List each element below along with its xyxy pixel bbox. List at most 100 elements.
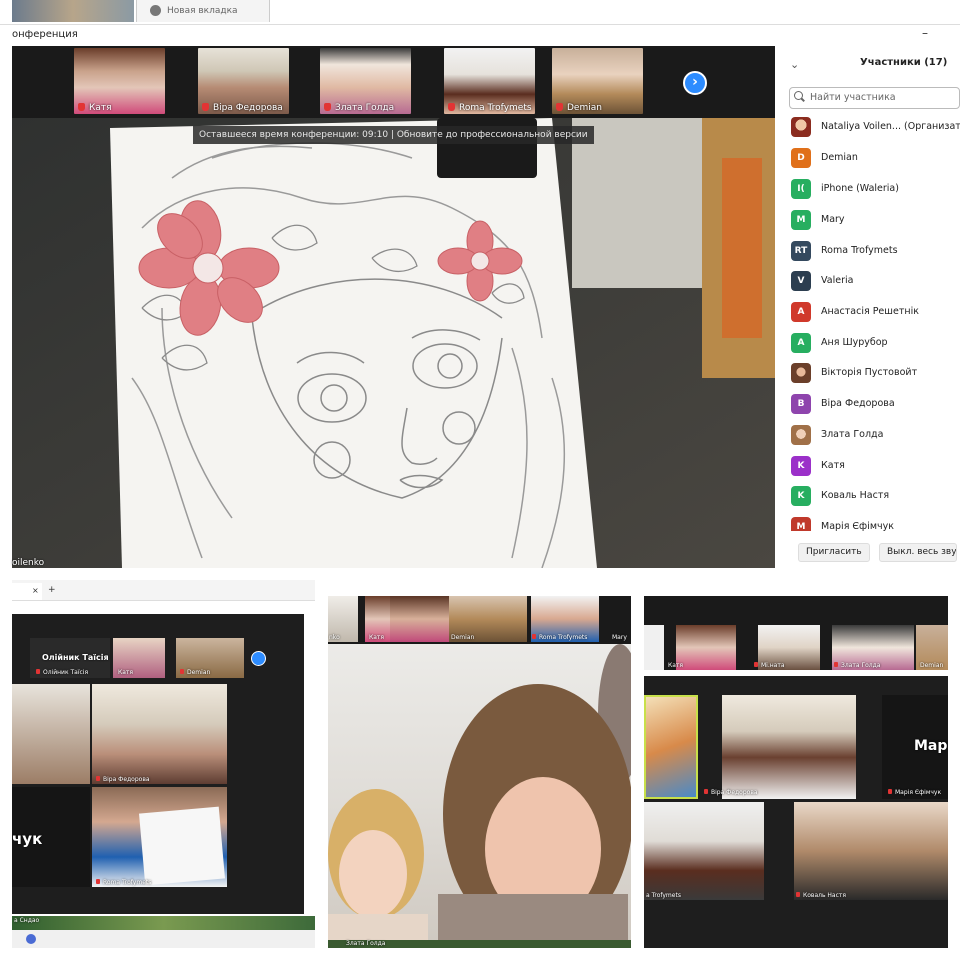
taskbar: [12, 930, 315, 948]
chevron-down-icon[interactable]: ⌄: [790, 58, 799, 71]
avatar: V: [791, 271, 811, 291]
video-thumbnail-vira[interactable]: Віра Федорова: [198, 48, 289, 114]
thumbnail-label: Катя: [369, 634, 385, 641]
participants-title: Участники (17): [860, 57, 948, 68]
participant-row[interactable]: Злата Голда: [791, 425, 960, 447]
mic-muted-icon: [36, 669, 40, 674]
video-tile-vira[interactable]: [722, 695, 856, 799]
window-title: онференция: [12, 29, 78, 40]
participant-row[interactable]: RT Roma Trofymets: [791, 241, 960, 263]
tile-label: Віра Федорова: [96, 776, 150, 783]
mic-muted-icon: [532, 634, 536, 639]
video-thumbnail-demian[interactable]: Demian: [552, 48, 643, 114]
tab-close-icon[interactable]: ×: [32, 586, 39, 595]
participant-row[interactable]: A Анастасія Решетнік: [791, 302, 960, 324]
participant-row[interactable]: V Valeria: [791, 271, 960, 293]
invite-button[interactable]: Пригласить: [798, 543, 870, 562]
speaker-name-label: oilenko: [12, 558, 45, 568]
mic-muted-icon: [78, 103, 85, 111]
mic-muted-icon: [834, 662, 838, 667]
name-tile-text: чук: [12, 830, 43, 848]
video-thumbnail[interactable]: [390, 596, 452, 642]
mic-muted-icon: [202, 103, 209, 111]
thumbnail-label: Demian: [451, 634, 475, 641]
speaker-name-label: а Сндао: [14, 917, 40, 924]
browser-tab-bar: [12, 580, 315, 601]
avatar: B: [791, 394, 811, 414]
participant-row[interactable]: Nataliya Voilen... (Организато: [791, 117, 960, 139]
screenshot-panel-right: Катя Mi.ната Злата Голда Demian Віра Фед…: [644, 580, 948, 948]
avatar: [791, 425, 811, 445]
avatar: A: [791, 333, 811, 353]
next-page-arrow-icon[interactable]: ›: [683, 71, 707, 95]
mic-muted-icon: [796, 892, 800, 897]
thumbnail-label: Demian: [556, 103, 602, 113]
thumbnail-label: nko: [329, 634, 340, 641]
screenshot-panel-left: × + Олійник Таїсія Олійник Таїсія Катя D…: [12, 580, 315, 948]
thumbnail-label: Roma Trofymets: [448, 103, 532, 113]
tile-label: a Trofymets: [646, 892, 681, 899]
name-tile-text: Олійник Таїсія: [42, 653, 109, 662]
avatar: I(: [791, 179, 811, 199]
avatar: [791, 117, 811, 137]
video-thumbnail-roma[interactable]: Roma Trofymets: [444, 48, 535, 114]
drawing-sheet: [139, 806, 225, 886]
avatar: A: [791, 302, 811, 322]
avatar: K: [791, 456, 811, 476]
thumbnail-label: Demian: [180, 669, 210, 676]
avatar: K: [791, 486, 811, 506]
avatar: D: [791, 148, 811, 168]
participant-row[interactable]: M Марія Єфімчук: [791, 517, 960, 531]
new-tab-icon[interactable]: +: [48, 585, 56, 595]
thumbnail-label: Roma Trofymets: [532, 634, 587, 641]
video-thumbnail-zlata[interactable]: Злата Голда: [320, 48, 411, 114]
video-thumbnail[interactable]: [644, 625, 664, 670]
thumbnail-label: Катя: [118, 669, 134, 676]
mic-muted-icon: [96, 776, 100, 781]
main-video: [12, 118, 775, 568]
thumbnail-label: Олійник Таїсія: [36, 669, 88, 676]
video-tile-koval[interactable]: [794, 802, 948, 900]
tile-label: Коваль Настя: [796, 892, 846, 899]
participant-search-input[interactable]: Найти участника: [789, 87, 960, 109]
thumbnail-label: Mary: [612, 634, 627, 641]
thumbnail-label: Злата Голда: [834, 662, 880, 669]
avatar: [791, 363, 811, 383]
video-tile-roma[interactable]: [644, 802, 764, 900]
globe-icon: [150, 5, 161, 16]
video-thumbnail[interactable]: [676, 625, 736, 670]
participant-row[interactable]: K Катя: [791, 456, 960, 478]
participant-row[interactable]: I(iPhone (Waleria): [791, 179, 960, 201]
avatar: RT: [791, 241, 811, 261]
participant-row[interactable]: B Віра Федорова: [791, 394, 960, 416]
mute-all-button[interactable]: Выкл. весь звук: [879, 543, 957, 562]
video-tile-active-speaker[interactable]: [644, 695, 698, 799]
screenshot-panel-middle: nko Катя Demian Roma Trofymets Mary Злат…: [328, 580, 631, 948]
mic-muted-icon: [96, 879, 100, 884]
participant-row[interactable]: Вікторія Пустовойт: [791, 363, 960, 385]
taskbar-wallpaper: [12, 916, 315, 930]
participant-row[interactable]: K Коваль Настя: [791, 486, 960, 508]
minimize-button[interactable]: –: [922, 26, 928, 40]
mic-muted-icon: [448, 103, 455, 111]
time-remaining-notice[interactable]: Оставшееся время конференции: 09:10 | Об…: [193, 126, 594, 144]
participant-row[interactable]: A Аня Шурубор: [791, 333, 960, 355]
video-thumbnail-katia[interactable]: Катя: [74, 48, 165, 114]
video-tile[interactable]: [12, 684, 90, 784]
thumbnail-label: Катя: [78, 103, 112, 113]
next-page-arrow-icon[interactable]: [251, 651, 266, 666]
thumbnail-label: Злата Голда: [324, 103, 394, 113]
app-icon[interactable]: [26, 934, 36, 944]
avatar: M: [791, 517, 811, 531]
avatar: M: [791, 210, 811, 230]
speaker-name-label: Злата Голда: [346, 940, 386, 947]
tile-label: Roma Trofymets: [96, 879, 151, 886]
mic-muted-icon: [704, 789, 708, 794]
name-tile-text: Мар: [914, 738, 948, 754]
video-tile-vira[interactable]: [92, 684, 227, 784]
browser-thumbnail: [12, 0, 134, 22]
participant-row[interactable]: M Mary: [791, 210, 960, 232]
mic-muted-icon: [324, 103, 331, 111]
tile-label: Марія Єфімчук: [888, 789, 941, 796]
participant-row[interactable]: D Demian: [791, 148, 960, 170]
